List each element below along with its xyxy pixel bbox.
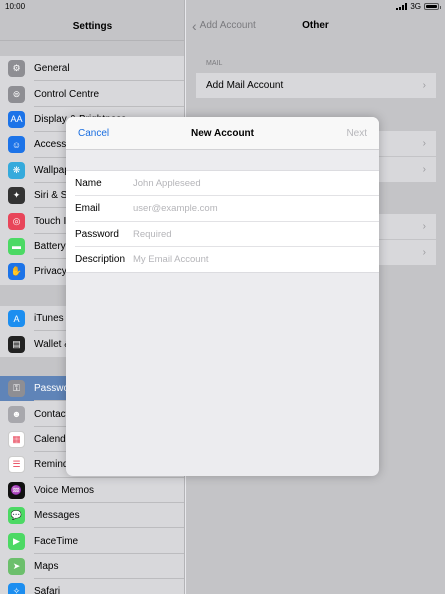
wallet-icon: ▤ xyxy=(8,335,25,353)
description-label: Description xyxy=(75,254,126,266)
add-mail-account-label: Add Mail Account xyxy=(206,80,284,91)
status-bar: 10:00 3G xyxy=(0,0,445,14)
text-size-icon: AA xyxy=(8,110,25,128)
sidebar-title: Settings xyxy=(72,21,113,32)
accessibility-icon: ☺ xyxy=(8,136,25,154)
sidebar-item-label: Voice Memos xyxy=(34,484,95,496)
battery-icon xyxy=(424,3,441,10)
signal-icon xyxy=(396,3,408,10)
chevron-right-icon: › xyxy=(422,80,426,91)
sidebar-item-facetime[interactable]: ▶ FaceTime xyxy=(0,528,184,555)
sheet-title: New Account xyxy=(191,128,254,139)
name-label: Name xyxy=(75,178,102,190)
gear-icon: ⚙ xyxy=(8,60,25,78)
chevron-right-icon: › xyxy=(422,138,426,149)
hand-icon: ✋ xyxy=(8,263,25,281)
sidebar-item-control[interactable]: ⊜ Control Centre xyxy=(0,81,184,108)
description-input[interactable] xyxy=(133,254,371,266)
sidebar-item-label: FaceTime xyxy=(34,535,79,547)
sidebar-item-label: Privacy xyxy=(34,266,67,278)
network-type: 3G xyxy=(410,2,421,11)
siri-icon: ✦ xyxy=(8,187,25,205)
sheet-navbar: Cancel New Account Next xyxy=(66,117,379,150)
facetime-icon: ▶ xyxy=(8,532,25,550)
reminders-icon: ☰ xyxy=(8,456,25,474)
account-form: Name Email Password Description xyxy=(66,170,379,274)
name-field-row: Name xyxy=(66,171,379,197)
flower-icon: ❋ xyxy=(8,161,25,179)
app-store-icon: A xyxy=(8,310,25,328)
next-button[interactable]: Next xyxy=(346,128,367,139)
sidebar-item-messages[interactable]: 💬 Messages xyxy=(0,503,184,529)
sidebar-item-label: Messages xyxy=(34,510,80,522)
status-time: 10:00 xyxy=(5,2,26,11)
detail-title: Other xyxy=(302,20,329,31)
name-input[interactable] xyxy=(133,178,371,190)
sidebar-item-label: Safari xyxy=(34,586,61,594)
chevron-right-icon: › xyxy=(422,164,426,175)
battery-icon: ▬ xyxy=(8,237,25,255)
fingerprint-icon: ◎ xyxy=(8,212,25,230)
chevron-right-icon: › xyxy=(422,247,426,258)
safari-icon: ✧ xyxy=(8,583,25,594)
password-input[interactable] xyxy=(133,228,371,240)
chevron-right-icon: › xyxy=(422,221,426,232)
password-label: Password xyxy=(75,228,119,240)
sidebar-divider xyxy=(0,40,184,41)
sidebar-item-label: General xyxy=(34,63,70,75)
switches-icon: ⊜ xyxy=(8,85,25,103)
new-account-sheet: Cancel New Account Next Name Email Passw… xyxy=(66,117,379,476)
description-field-row: Description xyxy=(66,247,379,272)
email-input[interactable] xyxy=(133,203,371,215)
voice-memos-icon: ♒ xyxy=(8,481,25,499)
sidebar-item-safari[interactable]: ✧ Safari xyxy=(0,579,184,594)
calendar-icon: ▦ xyxy=(8,430,25,448)
contacts-icon: ☻ xyxy=(8,405,25,423)
email-label: Email xyxy=(75,203,101,215)
maps-icon: ➤ xyxy=(8,557,25,575)
sidebar-item-voice[interactable]: ♒ Voice Memos xyxy=(0,478,184,504)
messages-icon: 💬 xyxy=(8,507,25,525)
status-indicators: 3G xyxy=(396,2,441,11)
password-field-row: Password xyxy=(66,222,379,248)
email-field-row: Email xyxy=(66,196,379,222)
sidebar-item-maps[interactable]: ➤ Maps xyxy=(0,554,184,580)
sidebar-item-general[interactable]: ⚙ General xyxy=(0,56,184,82)
sidebar-item-label: Battery xyxy=(34,240,66,252)
add-mail-account-row[interactable]: Add Mail Account › xyxy=(196,73,436,98)
mail-section-caption: MAIL xyxy=(206,60,223,67)
key-icon: ⚿ xyxy=(8,380,25,398)
sidebar-item-label: Maps xyxy=(34,560,59,572)
sidebar-item-label: Control Centre xyxy=(34,88,100,100)
